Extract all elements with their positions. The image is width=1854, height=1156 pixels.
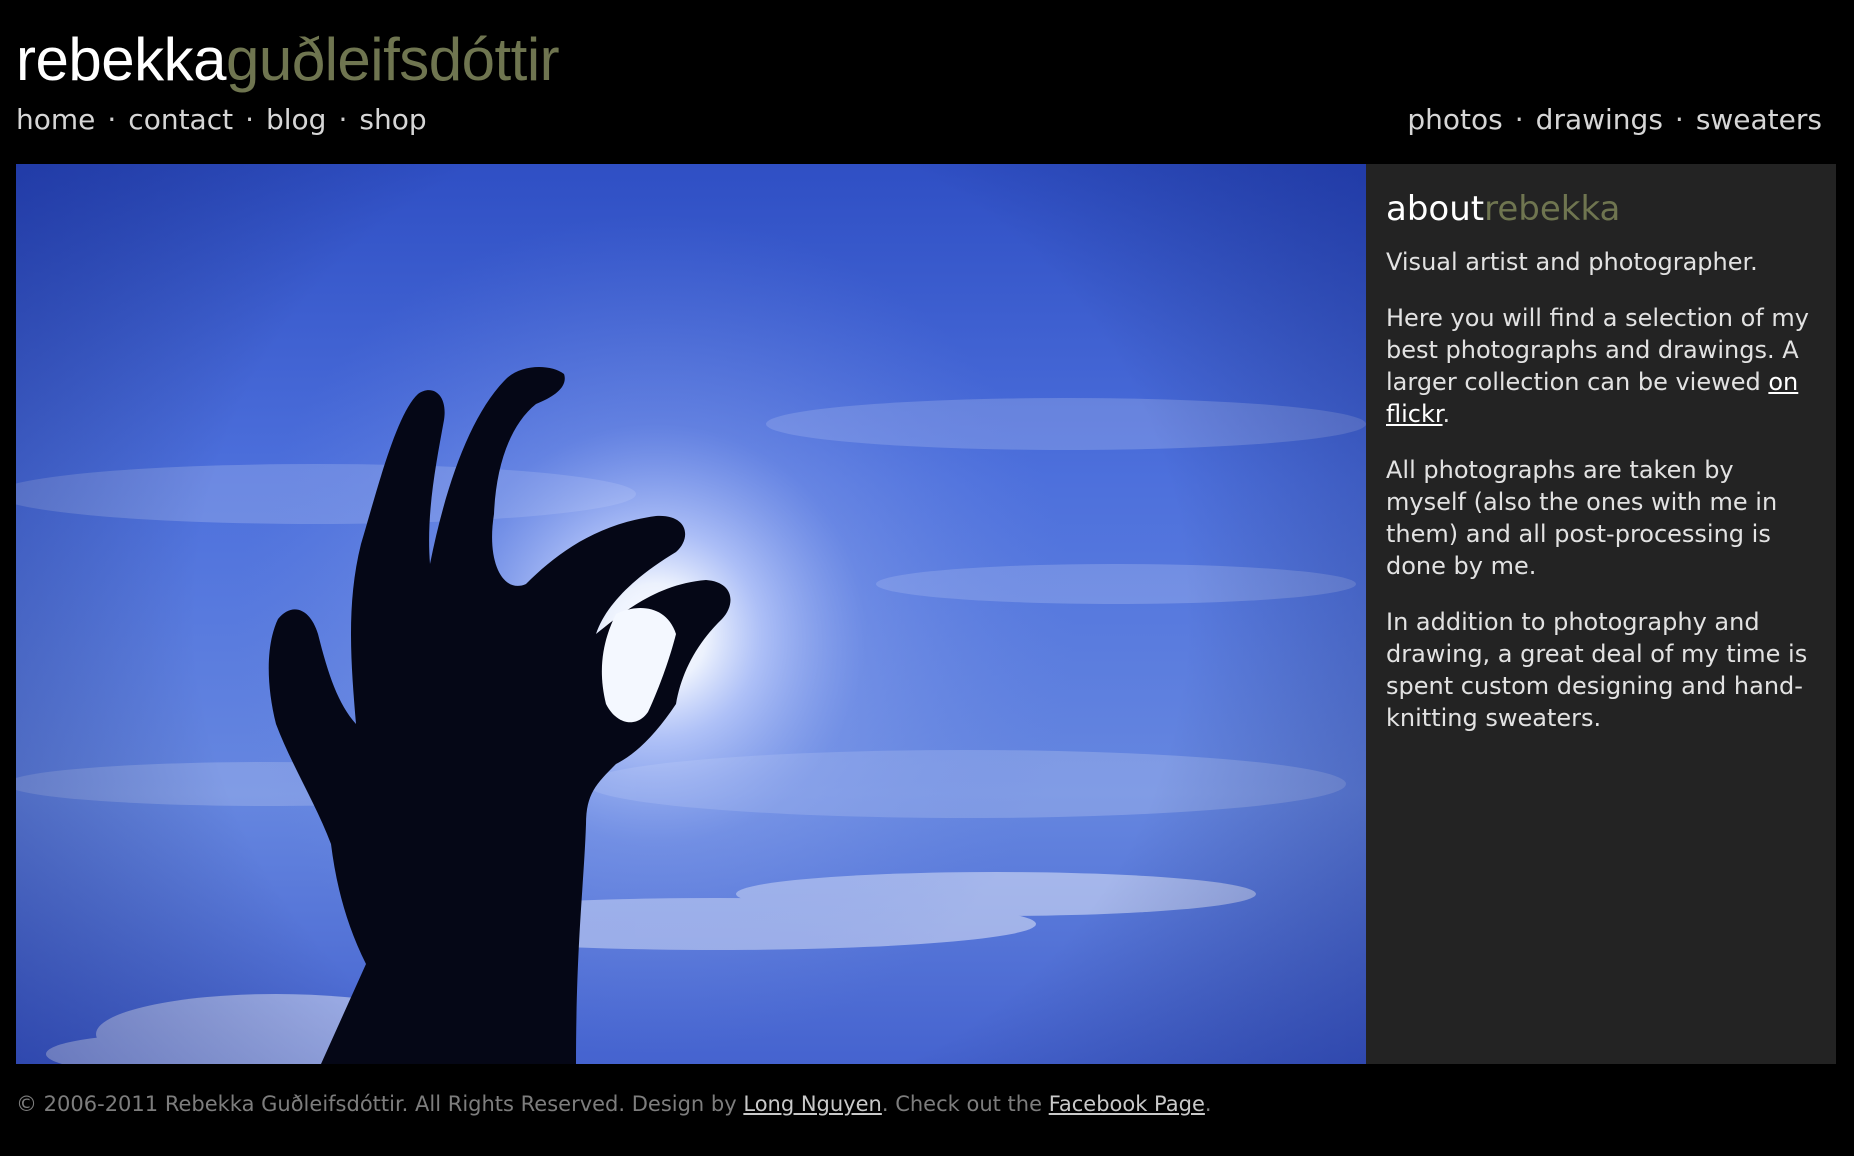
about-paragraph-2-end: . [1442, 400, 1451, 428]
nav-home-link[interactable]: home [16, 103, 95, 136]
nav-shop-link[interactable]: shop [359, 103, 426, 136]
nav-separator: · [1674, 103, 1684, 136]
site-title-first: rebekka [16, 26, 226, 93]
about-heading-last: rebekka [1484, 189, 1621, 229]
about-heading: aboutrebekka [1386, 186, 1816, 232]
about-heading-first: about [1386, 189, 1485, 229]
site-title-last: guðleifsdóttir [225, 26, 560, 93]
nav-separator: · [338, 103, 348, 136]
primary-nav: home · contact · blog · shop [16, 100, 427, 140]
nav-photos-link[interactable]: photos [1407, 103, 1502, 136]
footer-end-text: . [1204, 1092, 1212, 1116]
nav-blog-link[interactable]: blog [266, 103, 326, 136]
designer-link[interactable]: Long Nguyen [743, 1092, 882, 1116]
copyright-text: © 2006-2011 Rebekka Guðleifsdóttir. All … [16, 1092, 744, 1116]
featured-photo[interactable] [16, 164, 1366, 1064]
footer-middle-text: . Check out the [881, 1092, 1049, 1116]
nav-separator: · [107, 103, 117, 136]
nav-separator: · [245, 103, 254, 136]
hand-sun-image [16, 164, 1366, 1064]
nav-sweaters-link[interactable]: sweaters [1696, 103, 1822, 136]
site-title[interactable]: rebekkaguðleifsdóttir [16, 22, 560, 98]
about-paragraph-2: Here you will find a selection of my bes… [1386, 302, 1816, 430]
gallery-nav: photos · drawings · sweaters [1407, 100, 1822, 140]
facebook-page-link[interactable]: Facebook Page [1049, 1092, 1205, 1116]
about-paragraph-3: All photographs are taken by myself (als… [1386, 456, 1778, 580]
about-paragraph-1: Visual artist and photographer. [1386, 248, 1758, 276]
nav-drawings-link[interactable]: drawings [1536, 103, 1663, 136]
page-footer: © 2006-2011 Rebekka Guðleifsdóttir. All … [16, 1087, 1212, 1121]
about-paragraph-4: In addition to photography and drawing, … [1386, 608, 1808, 732]
nav-contact-link[interactable]: contact [128, 103, 233, 136]
nav-separator: · [1514, 103, 1524, 136]
about-panel: aboutrebekka Visual artist and photograp… [1366, 164, 1836, 1064]
about-paragraph-2-text: Here you will find a selection of my bes… [1386, 304, 1809, 396]
